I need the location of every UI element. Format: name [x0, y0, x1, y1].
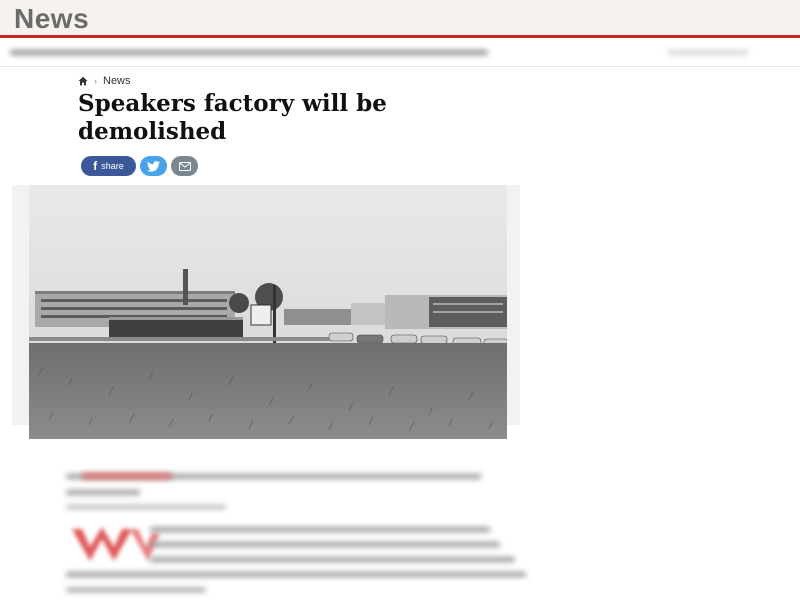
twitter-share-button[interactable]: [140, 156, 167, 176]
blurred-text-line: [66, 505, 226, 509]
blurred-text-line: [66, 490, 140, 495]
article-headline: Speakers factory will be demolished: [78, 90, 387, 145]
blurred-text-line: [150, 542, 500, 547]
email-icon: [178, 161, 191, 171]
blurred-text-line: [150, 527, 490, 532]
sub-navigation: [0, 41, 800, 67]
home-icon[interactable]: [78, 76, 88, 86]
blurred-text-line: [66, 572, 526, 577]
blurred-text-line: [150, 557, 515, 562]
breadcrumb-separator: ›: [94, 76, 97, 86]
blurred-text-line: [66, 588, 206, 592]
site-logo[interactable]: News: [14, 3, 89, 35]
facebook-share-label: share: [101, 161, 124, 171]
blurred-nav-right[interactable]: [668, 50, 748, 55]
factory-photo-illustration: [29, 185, 507, 439]
blurred-accent-link[interactable]: [82, 473, 172, 479]
email-share-button[interactable]: [171, 156, 198, 176]
blurred-nav-links[interactable]: [10, 50, 488, 55]
facebook-icon: f: [93, 159, 98, 173]
article-photo[interactable]: [29, 185, 507, 439]
facebook-share-button[interactable]: f share: [81, 156, 136, 176]
masthead: News: [0, 0, 800, 38]
share-buttons: f share: [81, 156, 198, 176]
breadcrumb-section[interactable]: News: [103, 75, 131, 87]
breadcrumb: › News: [78, 75, 131, 87]
twitter-icon: [147, 160, 160, 172]
